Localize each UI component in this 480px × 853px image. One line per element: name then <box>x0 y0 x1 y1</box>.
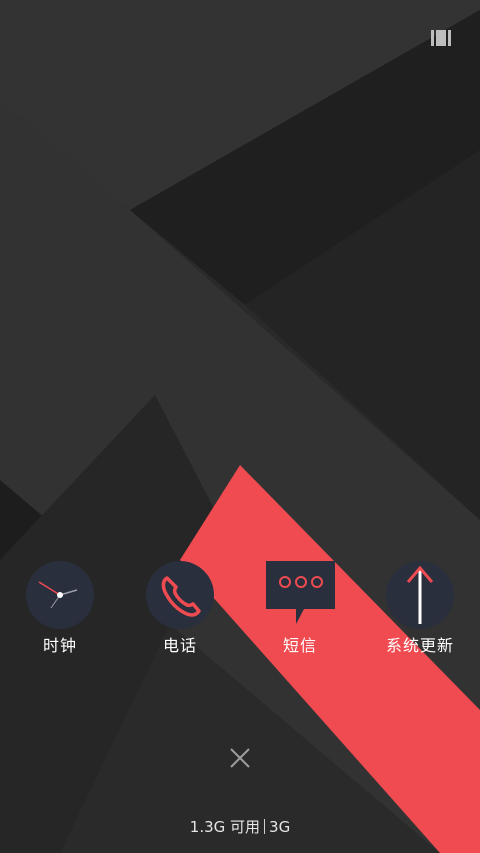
app-label-clock: 时钟 <box>42 636 77 655</box>
app-label-phone: 电话 <box>162 636 197 655</box>
memory-total: 3G <box>269 818 291 836</box>
close-icon[interactable] <box>225 743 255 773</box>
recent-apps-screen: 时钟 电话 短信 系统更新 1.3G 可用 3G <box>0 0 480 853</box>
app-phone[interactable]: 电话 <box>120 560 240 660</box>
phone-icon <box>146 561 214 629</box>
memory-status: 1.3G 可用 3G <box>0 816 480 837</box>
app-messages[interactable]: 短信 <box>240 560 360 660</box>
wallpaper <box>0 0 480 853</box>
memory-separator <box>264 819 266 834</box>
memory-available: 1.3G 可用 <box>189 818 261 836</box>
app-label-messages: 短信 <box>282 636 317 655</box>
recents-layout-icon[interactable] <box>431 30 451 46</box>
app-system-update[interactable]: 系统更新 <box>360 560 480 660</box>
app-clock[interactable]: 时钟 <box>0 560 120 660</box>
message-icon <box>266 561 335 624</box>
app-label-system-update: 系统更新 <box>385 636 454 655</box>
system-update-icon <box>386 561 454 629</box>
clock-icon <box>26 561 94 629</box>
